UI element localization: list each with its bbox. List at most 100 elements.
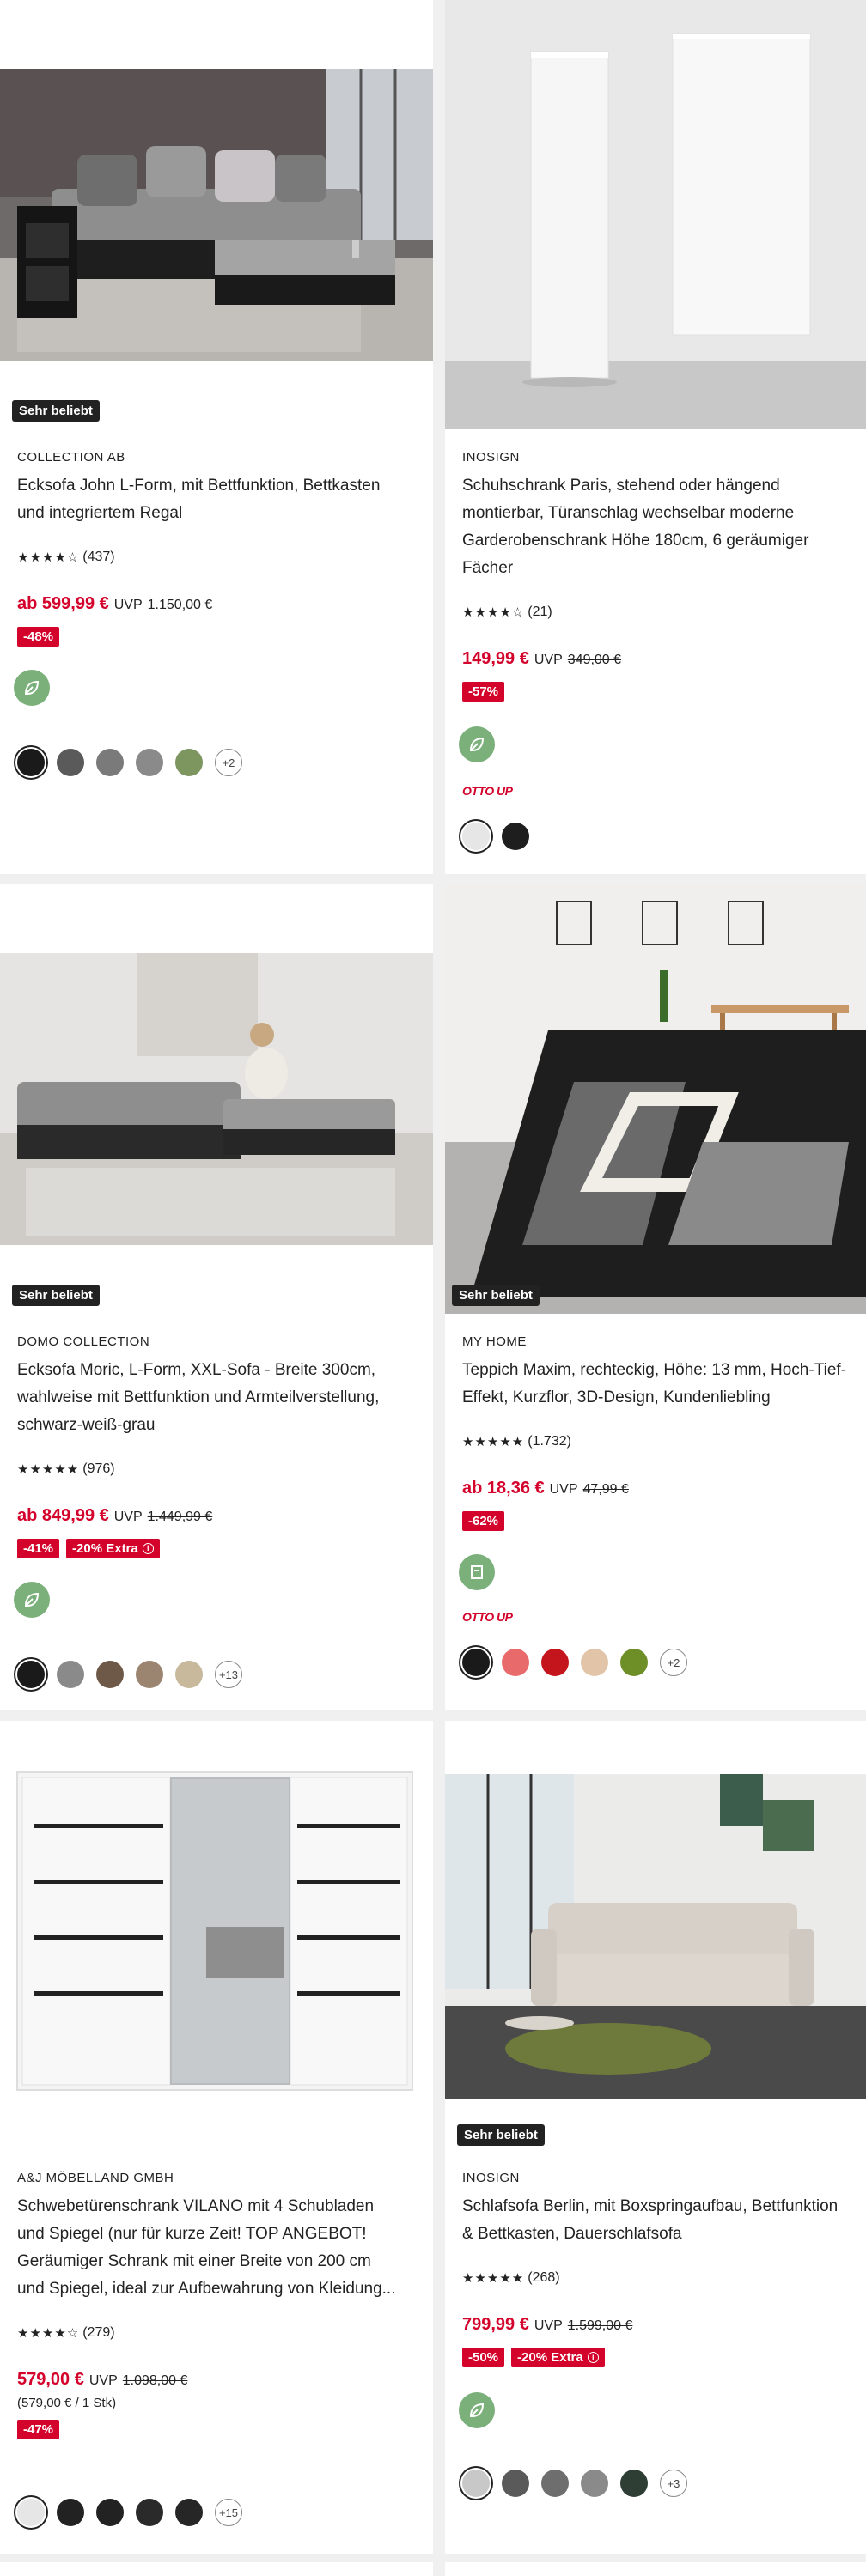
- discount-badge: -50%: [462, 2348, 505, 2367]
- review-count: (437): [82, 550, 115, 564]
- color-swatch[interactable]: [175, 1661, 203, 1688]
- color-swatch[interactable]: [581, 1649, 608, 1676]
- product-card[interactable]: [0, 2562, 433, 2576]
- rating: ★★★★★ (1.732): [462, 1434, 571, 1449]
- product-title[interactable]: Teppich Maxim, rechteckig, Höhe: 13 mm, …: [462, 1357, 852, 1412]
- rating: ★★★★☆ (21): [462, 605, 552, 620]
- color-swatches: [462, 823, 529, 850]
- color-swatch[interactable]: [620, 2470, 648, 2497]
- price-row: ab 18,36 € UVP 47,99 €: [462, 1479, 629, 1498]
- more-colors-button[interactable]: +15: [215, 2499, 242, 2526]
- discount-badge: -62%: [462, 1511, 505, 1531]
- color-swatch[interactable]: [136, 1661, 163, 1688]
- more-colors-button[interactable]: +2: [215, 749, 242, 776]
- discount-row: -62%: [462, 1511, 505, 1531]
- wardrobe-image[interactable]: [445, 0, 866, 429]
- product-card[interactable]: INOSIGN Schuhschrank Paris, stehend oder…: [445, 0, 866, 874]
- review-count: (268): [528, 2270, 560, 2285]
- discount-badge: -41%: [17, 1539, 60, 1558]
- sustainability-icon[interactable]: [459, 726, 495, 762]
- discount-row: -50% -20% Extra i: [462, 2348, 605, 2367]
- sleeper-sofa-image[interactable]: [445, 1774, 866, 2099]
- color-swatch[interactable]: [541, 2470, 569, 2497]
- color-swatch[interactable]: [541, 1649, 569, 1676]
- discount-badge: -48%: [17, 627, 60, 647]
- color-swatch[interactable]: [17, 2499, 45, 2526]
- color-swatch[interactable]: [136, 749, 163, 776]
- review-count: (1.732): [528, 1434, 571, 1449]
- price: ab 599,99 €: [17, 594, 109, 613]
- color-swatches: +2: [462, 1649, 687, 1676]
- brand-name: DOMO COLLECTION: [17, 1334, 150, 1349]
- corner-sofa-image[interactable]: [0, 69, 433, 361]
- color-swatch[interactable]: [57, 1661, 84, 1688]
- brand-name: A&J MÖBELLAND GMBH: [17, 2171, 174, 2185]
- sliding-wardrobe-image[interactable]: [0, 1755, 433, 2116]
- brand-name: MY HOME: [462, 1334, 527, 1349]
- color-swatch[interactable]: [502, 823, 529, 850]
- sustainability-icon[interactable]: [459, 1554, 495, 1590]
- color-swatches: +2: [17, 749, 242, 776]
- rating-stars-icon: ★★★★★: [462, 2271, 525, 2286]
- color-swatch[interactable]: [96, 749, 124, 776]
- product-card[interactable]: Sehr beliebt MY HOME Teppich Maxim, rech…: [445, 884, 866, 1710]
- product-card[interactable]: Sehr beliebt DOMO COLLECTION Ecksofa Mor…: [0, 884, 433, 1710]
- color-swatch[interactable]: [96, 1661, 124, 1688]
- color-swatch[interactable]: [462, 2470, 490, 2497]
- info-icon[interactable]: i: [587, 2352, 599, 2363]
- color-swatch[interactable]: [57, 2499, 84, 2526]
- popular-badge: Sehr beliebt: [452, 1285, 540, 1306]
- popular-badge: Sehr beliebt: [12, 400, 100, 422]
- color-swatch[interactable]: [620, 1649, 648, 1676]
- color-swatch[interactable]: [175, 2499, 203, 2526]
- product-card[interactable]: [445, 2562, 866, 2576]
- extra-discount-badge[interactable]: -20% Extra i: [511, 2348, 605, 2367]
- product-card[interactable]: Sehr beliebt INOSIGN Schlafsofa Berlin, …: [445, 1721, 866, 2554]
- color-swatch[interactable]: [462, 823, 490, 850]
- uvp-value: 47,99 €: [582, 1482, 629, 1497]
- extra-discount-badge[interactable]: -20% Extra i: [66, 1539, 160, 1558]
- color-swatch[interactable]: [502, 1649, 529, 1676]
- rating-stars-icon: ★★★★☆: [17, 2326, 80, 2341]
- uvp-label: UVP: [88, 2373, 118, 2388]
- rating-stars-icon: ★★★★☆: [462, 605, 525, 620]
- xxl-sofa-image[interactable]: [0, 953, 433, 1245]
- rug-image[interactable]: [445, 884, 866, 1314]
- discount-badge: -47%: [17, 2420, 60, 2439]
- color-swatch[interactable]: [96, 2499, 124, 2526]
- product-card[interactable]: Sehr beliebt COLLECTION AB Ecksofa John …: [0, 0, 433, 874]
- product-title[interactable]: Schlafsofa Berlin, mit Boxspringaufbau, …: [462, 2193, 852, 2248]
- sustainability-icon[interactable]: [14, 670, 50, 706]
- otto-up-logo: OTTO UP: [462, 784, 513, 798]
- sustainability-icon[interactable]: [14, 1582, 50, 1618]
- otto-up-logo: OTTO UP: [462, 1610, 513, 1624]
- product-card[interactable]: A&J MÖBELLAND GMBH Schwebetürenschrank V…: [0, 1721, 433, 2554]
- uvp-value: 349,00 €: [567, 653, 622, 667]
- rating: ★★★★★ (268): [462, 2270, 560, 2286]
- more-colors-button[interactable]: +13: [215, 1661, 242, 1688]
- color-swatch[interactable]: [581, 2470, 608, 2497]
- price: ab 849,99 €: [17, 1506, 109, 1525]
- uvp-label: UVP: [113, 1510, 143, 1524]
- product-title[interactable]: Schuhschrank Paris, stehend oder hängend…: [462, 472, 852, 582]
- price: 579,00 €: [17, 2370, 84, 2389]
- product-title[interactable]: Schwebetürenschrank VILANO mit 4 Schubla…: [17, 2193, 419, 2303]
- color-swatch[interactable]: [462, 1649, 490, 1676]
- color-swatches: +15: [17, 2499, 242, 2526]
- popular-badge: Sehr beliebt: [12, 1285, 100, 1306]
- more-colors-button[interactable]: +3: [660, 2470, 687, 2497]
- more-colors-button[interactable]: +2: [660, 1649, 687, 1676]
- color-swatch[interactable]: [17, 749, 45, 776]
- color-swatches: +13: [17, 1661, 242, 1688]
- info-icon[interactable]: i: [142, 1543, 154, 1554]
- color-swatch[interactable]: [57, 749, 84, 776]
- product-title[interactable]: Ecksofa Moric, L-Form, XXL-Sofa - Breite…: [17, 1357, 419, 1439]
- color-swatch[interactable]: [17, 1661, 45, 1688]
- product-title[interactable]: Ecksofa John L-Form, mit Bettfunktion, B…: [17, 472, 419, 527]
- rating-stars-icon: ★★★★★: [17, 1462, 80, 1477]
- rating: ★★★★★ (976): [17, 1461, 115, 1477]
- color-swatch[interactable]: [175, 749, 203, 776]
- color-swatch[interactable]: [136, 2499, 163, 2526]
- color-swatch[interactable]: [502, 2470, 529, 2497]
- sustainability-icon[interactable]: [459, 2392, 495, 2428]
